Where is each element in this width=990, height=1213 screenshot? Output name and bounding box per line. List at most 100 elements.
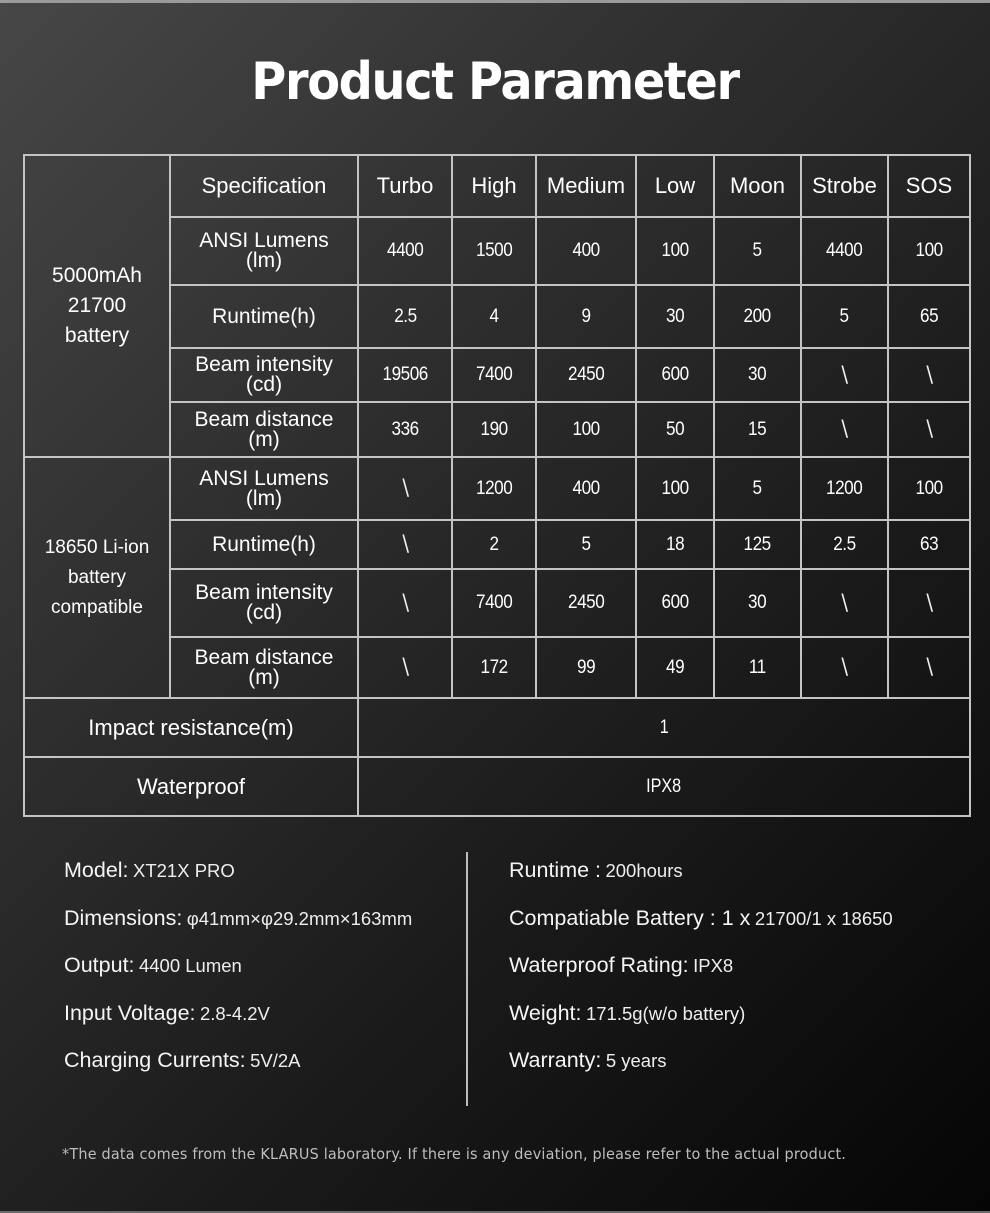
cell-value: 4 xyxy=(489,305,499,327)
value-cell-low: 50 xyxy=(635,401,715,458)
header-mode-strobe: Strobe xyxy=(800,154,889,218)
value-cell-high: 1200 xyxy=(451,456,537,521)
info-item: Output: 4400 Lumen xyxy=(64,953,412,1001)
value-cell-sos: 100 xyxy=(887,216,971,286)
cell-value: 1500 xyxy=(475,240,513,261)
value-cell-medium: 2450 xyxy=(535,568,637,638)
cell-value: 65 xyxy=(919,305,939,327)
cell-value: 600 xyxy=(661,592,689,613)
info-key: Weight: xyxy=(509,1000,582,1025)
info-value: 200hours xyxy=(605,860,683,881)
cell-value: 18 xyxy=(665,533,685,555)
cell-value: 7400 xyxy=(475,364,513,385)
info-column-right: Runtime : 200hours Compatiable Battery : … xyxy=(509,858,893,1096)
cell-value: 99 xyxy=(576,656,596,678)
info-item: Warranty: 5 years xyxy=(509,1048,893,1096)
value-cell-moon: 5 xyxy=(713,216,802,286)
wide-row-label: Waterproof xyxy=(23,756,359,817)
wide-row-label: Impact resistance(m) xyxy=(23,697,359,758)
value-cell-low: 18 xyxy=(635,519,715,570)
cell-value: 172 xyxy=(480,656,508,678)
info-key: Output: xyxy=(64,953,135,977)
value-cell-medium: 100 xyxy=(535,401,637,458)
table-row: 18650 Li-ion battery compatible ANSI Lumens… xyxy=(23,456,971,699)
value-cell-moon: 5 xyxy=(713,456,802,521)
info-value: 4400 Lumen xyxy=(138,955,242,976)
value-cell-turbo: 19506 xyxy=(357,347,453,403)
cell-value: 1 xyxy=(659,716,669,738)
cell-value: 2450 xyxy=(567,364,605,385)
info-item: Runtime : 200hours xyxy=(509,858,893,906)
info-key: Warranty: xyxy=(509,1048,602,1072)
cell-value: 19506 xyxy=(382,364,428,385)
info-key: Waterproof Rating: xyxy=(509,953,689,977)
header-mode-moon: Moon xyxy=(713,154,802,218)
value-cell-strobe: \ xyxy=(800,347,889,403)
value-cell-sos: 100 xyxy=(887,456,971,521)
cell-value: 11 xyxy=(749,656,766,678)
header-row: 5000mAh 21700 battery Specification Turbo Hig… xyxy=(23,154,971,458)
wide-row: Waterproof IPX8 xyxy=(23,756,971,817)
not-applicable-mark: \ xyxy=(841,417,848,442)
cell-value: 63 xyxy=(919,533,939,555)
value-cell-turbo: \ xyxy=(357,636,453,699)
cell-value: 30 xyxy=(748,364,767,385)
not-applicable-mark: \ xyxy=(401,655,409,680)
cell-value: 200 xyxy=(743,305,772,327)
wide-row: Impact resistance(m) 1 xyxy=(23,697,971,758)
cell-value: 400 xyxy=(572,477,600,499)
spec-table: 5000mAh 21700 battery Specification Turbo Hig… xyxy=(23,154,971,817)
cell-value: IPX8 xyxy=(646,775,682,797)
not-applicable-mark: \ xyxy=(401,532,409,557)
value-cell-high: 190 xyxy=(451,401,537,458)
cell-value: 100 xyxy=(915,477,943,499)
info-item: Model: XT21X PRO xyxy=(64,858,412,906)
info-value: 21700/1 x 18650 xyxy=(754,907,893,929)
wide-row-value: IPX8 xyxy=(357,756,971,817)
cell-value: 30 xyxy=(748,592,767,613)
cell-value: 100 xyxy=(915,240,943,261)
label-line: battery xyxy=(67,566,127,588)
not-applicable-mark: \ xyxy=(841,362,848,388)
value-cell-moon: 30 xyxy=(713,347,802,403)
info-key: Model: xyxy=(64,858,129,882)
value-cell-medium: 2450 xyxy=(535,347,637,403)
header-mode-high: High xyxy=(451,154,537,218)
value-cell-turbo: \ xyxy=(357,519,453,570)
info-column-left: Model: XT21X PRO Dimensions: φ41mm×φ29.2m… xyxy=(64,858,412,1096)
value-cell-strobe: 4400 xyxy=(800,216,889,286)
cell-value: 7400 xyxy=(475,592,513,613)
info-item: Input Voltage: 2.8-4.2V xyxy=(64,1001,412,1049)
cell-value: 100 xyxy=(572,418,600,440)
value-cell-low: 30 xyxy=(635,284,715,349)
info-key: Input Voltage: xyxy=(64,1000,196,1025)
not-applicable-mark: \ xyxy=(925,417,933,442)
row-label: Beam intensity (cd) xyxy=(169,347,359,403)
info-value: φ41mm×φ29.2mm×163mm xyxy=(186,907,413,929)
info-value: IPX8 xyxy=(693,955,734,976)
value-cell-high: 7400 xyxy=(451,347,537,403)
value-cell-sos: \ xyxy=(887,347,971,403)
value-cell-moon: 11 xyxy=(713,636,802,699)
cell-value: 4400 xyxy=(386,240,424,261)
value-cell-high: 172 xyxy=(451,636,537,699)
label-line: 5000mAh xyxy=(52,264,142,287)
footnote: *The data comes from the KLARUS laborato… xyxy=(62,1145,847,1163)
cell-value: 5 xyxy=(752,477,763,499)
battery-group-label-21700: 5000mAh 21700 battery xyxy=(23,154,171,458)
value-cell-medium: 400 xyxy=(535,216,637,286)
value-cell-strobe: \ xyxy=(800,636,889,699)
cell-value: 5 xyxy=(581,533,591,555)
row-label: Runtime(h) xyxy=(169,284,359,349)
not-applicable-mark: \ xyxy=(925,590,933,616)
label-line: battery xyxy=(64,324,130,347)
info-item: Compatiable Battery : 1 x 21700/1 x 1865… xyxy=(509,906,893,954)
value-cell-strobe: \ xyxy=(800,568,889,638)
label-line: compatible xyxy=(51,596,143,618)
not-applicable-mark: \ xyxy=(925,655,933,680)
cell-value: 49 xyxy=(665,656,685,678)
battery-group-label-18650: 18650 Li-ion battery compatible xyxy=(23,456,171,699)
value-cell-turbo: \ xyxy=(357,568,453,638)
row-label: Beam distance (m) xyxy=(169,636,359,699)
label-line: Runtime(h) xyxy=(212,532,316,556)
